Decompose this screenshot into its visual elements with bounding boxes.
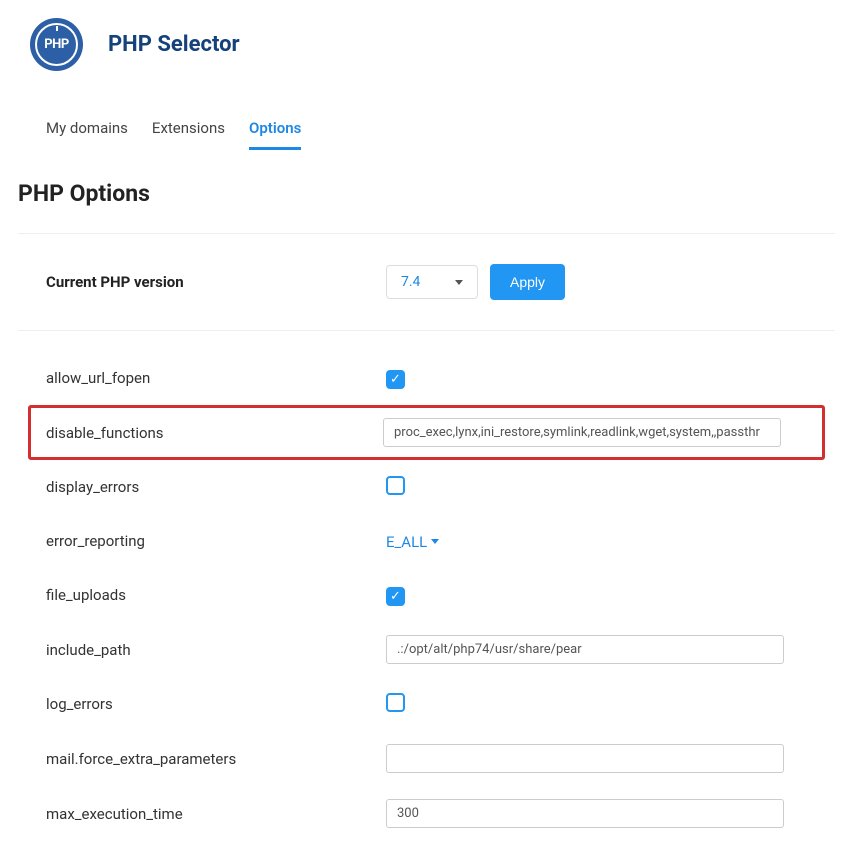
option-label: include_path [46, 641, 386, 659]
main-content: PHP Options Current PHP version 7.4 Appl… [0, 150, 853, 861]
option-row-display-errors: display_errors [28, 460, 825, 514]
input-disable-functions[interactable] [383, 418, 781, 447]
option-row-file-uploads: file_uploads ✓ [28, 568, 825, 622]
option-label: max_execution_time [46, 805, 386, 823]
option-row-log-errors: log_errors [28, 677, 825, 731]
option-label: log_errors [46, 695, 386, 713]
tab-my-domains[interactable]: My domains [46, 109, 128, 150]
input-max-execution-time[interactable] [386, 799, 784, 828]
version-select[interactable]: 7.4 [386, 265, 478, 299]
tab-options[interactable]: Options [249, 109, 301, 150]
option-row-include-path: include_path [28, 622, 825, 677]
option-label: display_errors [46, 478, 386, 496]
option-row-error-reporting: error_reporting E_ALL [28, 514, 825, 568]
option-label: disable_functions [46, 424, 383, 442]
input-mail-force-extra-parameters[interactable] [386, 744, 784, 773]
tab-extensions[interactable]: Extensions [152, 109, 225, 150]
version-row: Current PHP version 7.4 Apply [18, 234, 835, 330]
tabs: My domains Extensions Options [0, 89, 853, 150]
option-row-disable-functions: disable_functions [28, 405, 825, 460]
option-row-max-execution-time: max_execution_time [28, 786, 825, 841]
input-include-path[interactable] [386, 635, 784, 664]
option-label: error_reporting [46, 532, 386, 550]
option-row-mail-force-extra-parameters: mail.force_extra_parameters [28, 731, 825, 786]
checkmark-icon: ✓ [390, 590, 401, 603]
options-list: allow_url_fopen ✓ disable_functions disp… [18, 331, 835, 841]
version-label: Current PHP version [46, 273, 386, 291]
header: PHP PHP Selector [0, 0, 853, 89]
option-label: allow_url_fopen [46, 369, 386, 387]
checkbox-file-uploads[interactable]: ✓ [386, 587, 405, 606]
dropdown-value: E_ALL [386, 533, 427, 551]
caret-down-icon [455, 280, 463, 285]
php-logo: PHP [30, 18, 83, 71]
caret-down-icon [431, 539, 439, 544]
section-title: PHP Options [18, 180, 835, 207]
checkmark-icon: ✓ [390, 373, 401, 386]
apply-button[interactable]: Apply [490, 264, 565, 300]
dropdown-error-reporting[interactable]: E_ALL [386, 533, 439, 551]
option-row-allow-url-fopen: allow_url_fopen ✓ [28, 351, 825, 405]
checkbox-log-errors[interactable] [386, 693, 405, 712]
checkbox-display-errors[interactable] [386, 476, 405, 495]
page-title: PHP Selector [108, 32, 240, 57]
version-selected: 7.4 [401, 274, 420, 290]
option-label: mail.force_extra_parameters [46, 750, 386, 768]
checkbox-allow-url-fopen[interactable]: ✓ [386, 370, 405, 389]
option-label: file_uploads [46, 586, 386, 604]
logo-text: PHP [44, 37, 68, 52]
